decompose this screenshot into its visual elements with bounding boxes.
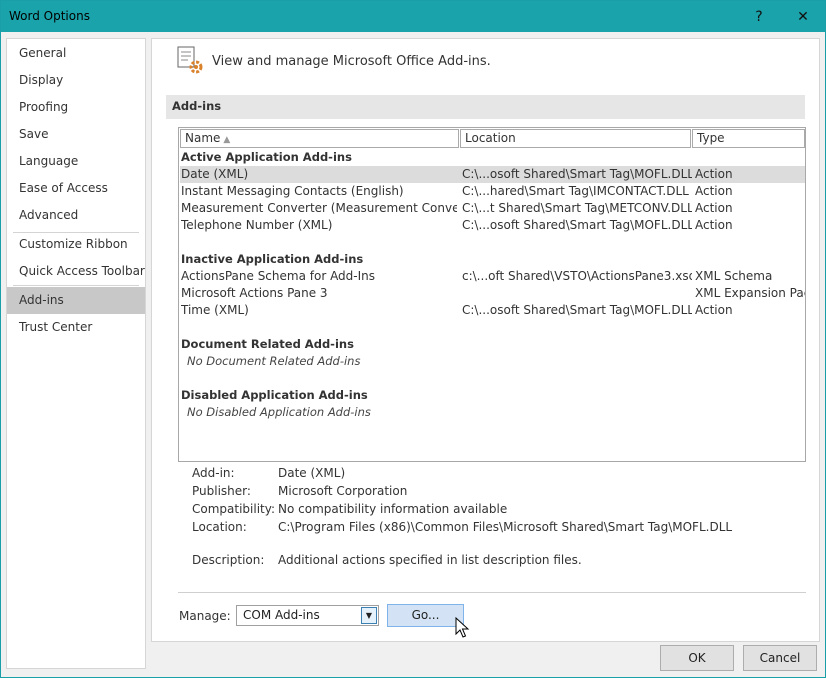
detail-value-publisher: Microsoft Corporation xyxy=(278,484,408,498)
addin-location: C:\...t Shared\Smart Tag\METCONV.DLL xyxy=(462,201,692,215)
sidebar-item-quick-access-toolbar[interactable]: Quick Access Toolbar xyxy=(7,258,145,285)
addin-name: ActionsPane Schema for Add-Ins xyxy=(181,269,376,283)
mouse-pointer-icon xyxy=(455,617,470,638)
addin-name: Measurement Converter (Measurement Conve… xyxy=(181,201,457,215)
column-header-type[interactable]: Type xyxy=(692,129,805,148)
add-ins-gear-icon xyxy=(177,46,203,74)
addin-location: C:\...hared\Smart Tag\IMCONTACT.DLL xyxy=(462,184,689,198)
column-header-location[interactable]: Location xyxy=(460,129,691,148)
divider xyxy=(178,592,806,593)
sidebar-item-add-ins[interactable]: Add-ins xyxy=(7,287,145,314)
add-ins-panel: View and manage Microsoft Office Add-ins… xyxy=(151,38,820,642)
sidebar-item-customize-ribbon[interactable]: Customize Ribbon xyxy=(7,231,145,258)
cancel-button[interactable]: Cancel xyxy=(743,645,817,671)
sidebar-item-save[interactable]: Save xyxy=(7,121,145,148)
addin-location: c:\...oft Shared\VSTO\ActionsPane3.xsd xyxy=(462,269,692,283)
column-header-name-label: Name xyxy=(185,131,221,145)
group-title-inactive: Inactive Application Add-ins xyxy=(181,252,364,266)
group-title-active: Active Application Add-ins xyxy=(181,150,352,164)
addin-type: Action xyxy=(695,167,733,181)
detail-value-addin: Date (XML) xyxy=(278,466,346,480)
detail-value-location: C:\Program Files (x86)\Common Files\Micr… xyxy=(278,520,733,534)
table-row[interactable]: Date (XML) C:\...osoft Shared\Smart Tag\… xyxy=(180,166,805,183)
page-heading: View and manage Microsoft Office Add-ins… xyxy=(212,54,491,69)
addin-name: Date (XML) xyxy=(181,167,249,181)
manage-dropdown[interactable]: COM Add-ins ▼ xyxy=(236,605,379,626)
empty-note-disabled: No Disabled Application Add-ins xyxy=(187,405,371,419)
detail-label-compatibility: Compatibility: xyxy=(192,502,276,516)
table-row[interactable]: Instant Messaging Contacts (English) C:\… xyxy=(180,183,805,200)
addin-name: Microsoft Actions Pane 3 xyxy=(181,286,328,300)
detail-label-publisher: Publisher: xyxy=(192,484,251,498)
sort-ascending-icon: ▲ xyxy=(223,135,231,145)
detail-label-description: Description: xyxy=(192,553,265,567)
column-header-name[interactable]: Name ▲ xyxy=(180,129,459,148)
detail-label-addin: Add-in: xyxy=(192,466,235,480)
table-row[interactable]: Measurement Converter (Measurement Conve… xyxy=(180,200,805,217)
sidebar-item-ease-of-access[interactable]: Ease of Access xyxy=(7,175,145,202)
sidebar-item-proofing[interactable]: Proofing xyxy=(7,94,145,121)
addin-name: Time (XML) xyxy=(181,303,249,317)
addin-name: Telephone Number (XML) xyxy=(181,218,333,232)
addin-type: Action xyxy=(695,184,733,198)
ok-button[interactable]: OK xyxy=(660,645,734,671)
manage-dropdown-value: COM Add-ins xyxy=(243,608,320,622)
group-title-disabled: Disabled Application Add-ins xyxy=(181,388,368,402)
chevron-down-icon[interactable]: ▼ xyxy=(361,607,377,624)
table-row[interactable]: ActionsPane Schema for Add-Ins c:\...oft… xyxy=(180,268,805,285)
sidebar-item-language[interactable]: Language xyxy=(7,148,145,175)
sidebar-item-general[interactable]: General xyxy=(7,40,145,67)
close-button[interactable]: ✕ xyxy=(789,5,817,29)
group-title-document: Document Related Add-ins xyxy=(181,337,354,351)
addin-type: XML Expansion Pack xyxy=(695,286,806,300)
table-row[interactable]: Microsoft Actions Pane 3 XML Expansion P… xyxy=(180,285,805,302)
table-row[interactable]: Time (XML) C:\...osoft Shared\Smart Tag\… xyxy=(180,302,805,319)
detail-value-compatibility: No compatibility information available xyxy=(278,502,508,516)
addin-location: C:\...osoft Shared\Smart Tag\MOFL.DLL xyxy=(462,167,692,181)
empty-note-document: No Document Related Add-ins xyxy=(187,354,361,368)
add-ins-list[interactable]: Name ▲ Location Type Active Application A… xyxy=(178,127,806,462)
sidebar-item-trust-center[interactable]: Trust Center xyxy=(7,314,145,341)
window-title: Word Options xyxy=(9,9,90,23)
go-button[interactable]: Go... xyxy=(387,604,464,627)
sidebar-item-display[interactable]: Display xyxy=(7,67,145,94)
addin-name: Instant Messaging Contacts (English) xyxy=(181,184,404,198)
detail-label-location: Location: xyxy=(192,520,247,534)
sidebar-item-advanced[interactable]: Advanced xyxy=(7,202,145,229)
section-title-add-ins: Add-ins xyxy=(166,95,805,119)
addin-type: Action xyxy=(695,303,733,317)
title-bar: Word Options ? ✕ xyxy=(1,1,825,32)
options-sidebar: General Display Proofing Save Language E… xyxy=(6,38,146,669)
detail-value-description: Additional actions specified in list des… xyxy=(278,553,582,567)
addin-type: XML Schema xyxy=(695,269,773,283)
addin-type: Action xyxy=(695,218,733,232)
addin-location: C:\...osoft Shared\Smart Tag\MOFL.DLL xyxy=(462,218,692,232)
sidebar-divider xyxy=(13,285,139,286)
manage-label: Manage: xyxy=(179,609,231,623)
table-row[interactable]: Telephone Number (XML) C:\...osoft Share… xyxy=(180,217,805,234)
help-button[interactable]: ? xyxy=(745,5,773,29)
addin-location: C:\...osoft Shared\Smart Tag\MOFL.DLL xyxy=(462,303,692,317)
addin-type: Action xyxy=(695,201,733,215)
